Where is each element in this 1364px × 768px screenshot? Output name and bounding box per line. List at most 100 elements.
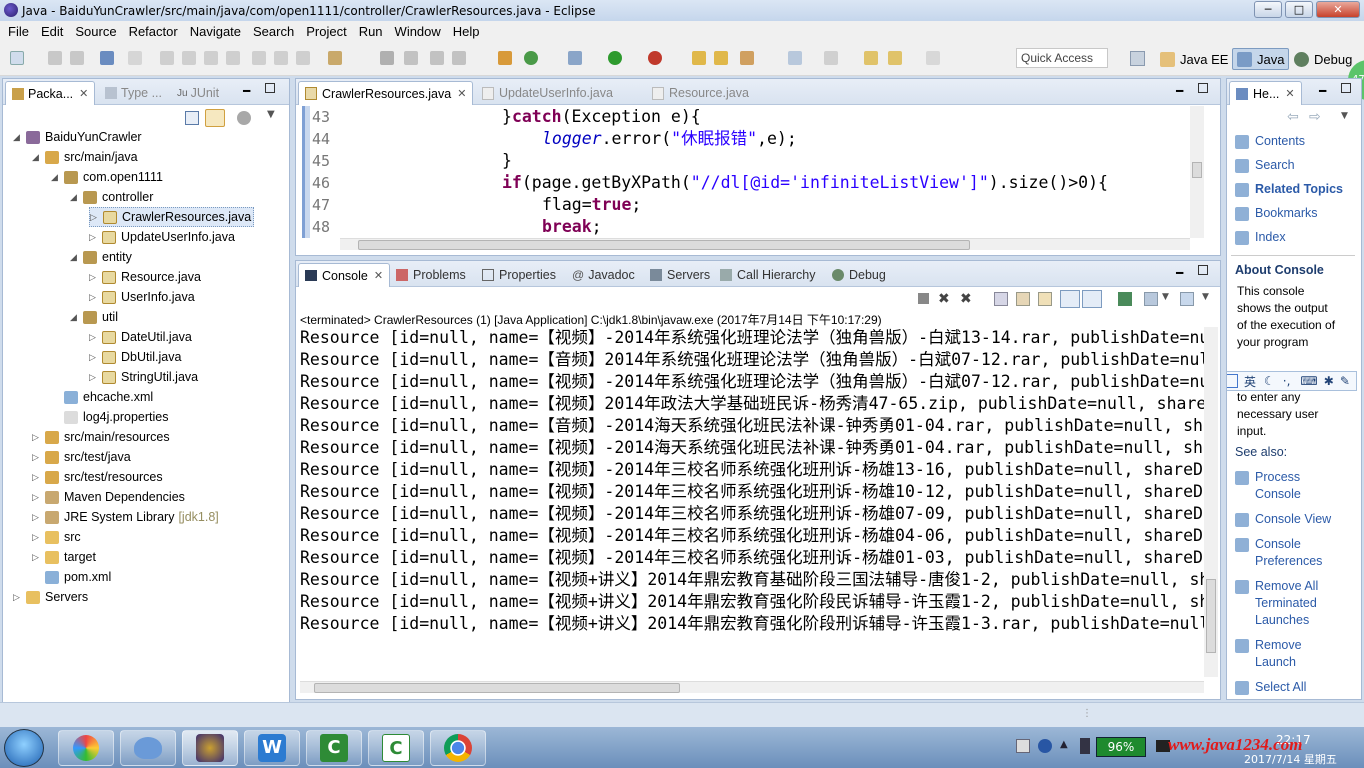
tab-call-hierarchy[interactable]: Call Hierarchy xyxy=(714,263,822,287)
back-icon[interactable] xyxy=(864,51,878,65)
open-task-icon[interactable] xyxy=(714,51,728,65)
menu-project[interactable]: Project xyxy=(300,24,352,39)
pin-icon[interactable] xyxy=(380,51,394,65)
tab-javadoc[interactable]: @ Javadoc xyxy=(566,263,641,287)
tree-item[interactable]: ▷ DbUtil.java xyxy=(89,347,181,367)
word-wrap-icon[interactable] xyxy=(1038,292,1052,306)
taskbar-app-camtasia-1[interactable]: C xyxy=(306,730,362,766)
maximize-button[interactable]: □ xyxy=(1285,1,1313,18)
close-icon[interactable]: ✕ xyxy=(1285,87,1294,100)
maximize-view-icon[interactable] xyxy=(1198,83,1208,93)
use-step-filters-icon[interactable] xyxy=(328,51,342,65)
skip-breakpoints-icon[interactable] xyxy=(128,51,142,65)
remove-launch-icon[interactable]: ✖ xyxy=(938,291,950,307)
help-link-related-topics[interactable]: Related Topics xyxy=(1235,181,1343,198)
tree-item[interactable]: ◢ entity xyxy=(70,247,132,267)
menu-file[interactable]: File xyxy=(2,24,35,39)
tab-problems[interactable]: Problems xyxy=(390,263,472,287)
tab-console[interactable]: Console ✕ xyxy=(298,263,391,287)
next-edit-icon[interactable] xyxy=(926,51,940,65)
minimize-button[interactable]: ─ xyxy=(1254,1,1282,18)
tree-item[interactable]: ▷ src xyxy=(32,527,81,547)
perspective-debug[interactable]: Debug xyxy=(1290,48,1356,70)
quick-access-input[interactable]: Quick Access xyxy=(1016,48,1108,68)
build-icon[interactable] xyxy=(430,51,444,65)
tree-item[interactable]: ◢ BaiduYunCrawler xyxy=(13,127,142,147)
see-link-process-console[interactable]: Process Console xyxy=(1235,469,1355,503)
refresh-icon[interactable] xyxy=(524,51,538,65)
show-on-output-icon[interactable] xyxy=(1060,290,1080,308)
network-icon[interactable] xyxy=(1080,738,1090,754)
annotation-icon[interactable] xyxy=(788,51,802,65)
chevron-down-icon[interactable]: ▼ xyxy=(1202,292,1209,302)
tree-item[interactable]: ▷ Maven Dependencies xyxy=(32,487,185,507)
perspective-java-ee[interactable]: Java EE xyxy=(1156,48,1232,70)
chevron-icon[interactable]: ▷ xyxy=(32,472,42,483)
tree-item[interactable]: ▷ JRE System Library [jdk1.8] xyxy=(32,507,219,527)
tab-junit[interactable]: Ju JUnit xyxy=(171,81,225,105)
step-into-icon[interactable] xyxy=(252,51,266,65)
console-vertical-scrollbar[interactable] xyxy=(1204,327,1218,677)
chevron-icon[interactable]: ▷ xyxy=(32,432,42,443)
resume-icon[interactable] xyxy=(160,51,174,65)
debug-icon[interactable] xyxy=(568,51,582,65)
chevron-down-icon[interactable]: ▼ xyxy=(1341,111,1348,121)
tree-item[interactable]: ▷ CrawlerResources.java xyxy=(89,207,255,227)
maximize-view-icon[interactable] xyxy=(1198,265,1208,275)
see-link-remove-all-terminated[interactable]: Remove All Terminated Launches xyxy=(1235,578,1359,629)
chevron-icon[interactable]: ◢ xyxy=(32,152,42,163)
menu-edit[interactable]: Edit xyxy=(35,24,69,39)
tree-item[interactable]: ▷ target xyxy=(32,547,96,567)
tab-properties[interactable]: Properties xyxy=(476,263,562,287)
perspective-java[interactable]: Java xyxy=(1232,48,1290,70)
run-icon[interactable] xyxy=(608,51,622,65)
help-tray-icon[interactable] xyxy=(1038,739,1052,753)
collapse-all-icon[interactable] xyxy=(185,111,199,125)
minimize-view-icon[interactable]: ━ xyxy=(1319,84,1326,98)
save-icon[interactable] xyxy=(48,51,62,65)
chevron-icon[interactable]: ◢ xyxy=(70,252,80,263)
tree-item[interactable]: ▷ Servers xyxy=(13,587,88,607)
chevron-icon[interactable]: ◢ xyxy=(70,312,80,323)
scroll-thumb[interactable] xyxy=(1192,162,1202,178)
terminate-icon[interactable] xyxy=(918,293,929,304)
disconnect-icon[interactable] xyxy=(226,51,240,65)
tree-item[interactable]: pom.xml xyxy=(32,567,111,587)
tray-icon-1[interactable] xyxy=(1016,739,1030,753)
clear-console-icon[interactable] xyxy=(994,292,1008,306)
external-tools-icon[interactable] xyxy=(648,51,662,65)
help-link-contents[interactable]: Contents xyxy=(1235,133,1305,150)
print-icon[interactable] xyxy=(100,51,114,65)
close-icon[interactable]: ✕ xyxy=(374,269,383,282)
tab-debug[interactable]: Debug xyxy=(826,263,892,287)
view-menu-chevron-icon[interactable]: ▼ xyxy=(267,109,275,120)
help-link-index[interactable]: Index xyxy=(1235,229,1286,246)
remove-all-terminated-icon[interactable]: ✖ xyxy=(960,291,972,307)
menu-source[interactable]: Source xyxy=(69,24,122,39)
tree-item[interactable]: ◢ controller xyxy=(70,187,153,207)
show-on-error-icon[interactable] xyxy=(1082,290,1102,308)
taskbar-app-dolphin[interactable] xyxy=(120,730,176,766)
close-button[interactable]: ✕ xyxy=(1316,1,1360,18)
forward-arrow-icon[interactable]: ⇨ xyxy=(1309,109,1321,125)
step-return-icon[interactable] xyxy=(296,51,310,65)
close-icon[interactable]: ✕ xyxy=(79,87,88,100)
tree-item[interactable]: ▷ DateUtil.java xyxy=(89,327,192,347)
chevron-icon[interactable]: ▷ xyxy=(32,552,42,563)
tree-item[interactable]: ◢ com.open1111 xyxy=(51,167,163,187)
scroll-lock-icon[interactable] xyxy=(1016,292,1030,306)
tree-item[interactable]: ▷ Resource.java xyxy=(89,267,201,287)
open-type-icon[interactable] xyxy=(404,51,418,65)
view-menu-icon[interactable] xyxy=(237,111,251,125)
close-icon[interactable]: ✕ xyxy=(457,87,466,100)
help-link-search[interactable]: Search xyxy=(1235,157,1295,174)
forward-icon[interactable] xyxy=(888,51,902,65)
next-annotation-icon[interactable] xyxy=(824,51,838,65)
tree-item[interactable]: ▷ UserInfo.java xyxy=(89,287,195,307)
tree-item[interactable]: ▷ src/test/resources xyxy=(32,467,163,487)
tree-item[interactable]: log4j.properties xyxy=(51,407,168,427)
chevron-icon[interactable]: ◢ xyxy=(13,132,23,143)
back-arrow-icon[interactable]: ⇦ xyxy=(1287,109,1299,125)
tab-resource[interactable]: Resource.java xyxy=(646,81,755,105)
step-over-icon[interactable] xyxy=(274,51,288,65)
